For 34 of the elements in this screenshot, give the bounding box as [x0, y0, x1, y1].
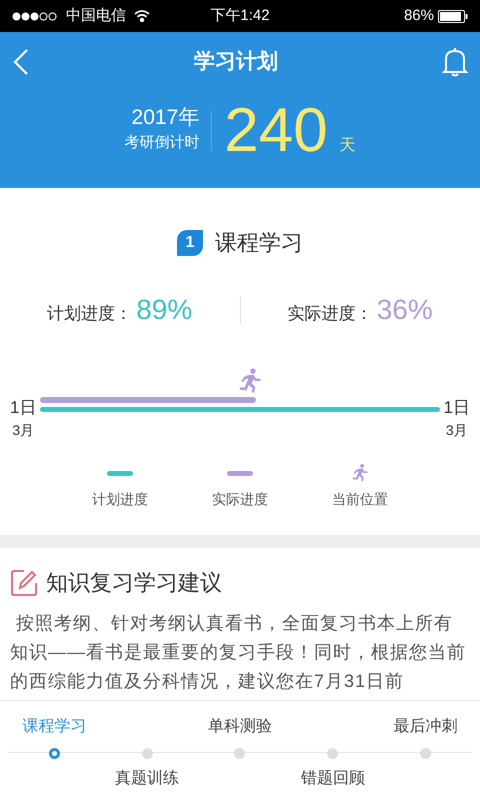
- back-icon[interactable]: [12, 48, 30, 76]
- plan-progress-value: 89%: [136, 293, 192, 327]
- page-title: 学习计划: [193, 49, 279, 76]
- advice-title: 知识复习学习建议: [46, 569, 222, 597]
- bell-icon[interactable]: [442, 47, 468, 77]
- start-day: 1日: [10, 399, 36, 416]
- legend-label: 当前位置: [332, 490, 388, 509]
- status-time: 下午1:42: [209, 6, 271, 26]
- signal-icon: [12, 12, 58, 20]
- exam-year: 2017年: [132, 107, 200, 128]
- stage-tab[interactable]: 真题训练: [115, 767, 180, 791]
- countdown-label: 考研倒计时: [124, 133, 200, 154]
- actual-progress-value: 36%: [376, 293, 433, 327]
- edit-icon: [10, 568, 38, 596]
- wifi-icon: [134, 10, 150, 22]
- end-month: 3月: [446, 421, 468, 440]
- stage-tab[interactable]: 错题回顾: [300, 767, 365, 791]
- end-day: 1日: [444, 399, 470, 416]
- section-title: 课程学习: [215, 229, 303, 257]
- days-unit: 天: [340, 136, 356, 156]
- battery-percent: 86%: [404, 6, 434, 26]
- legend-runner-icon: [350, 463, 370, 483]
- stage-tab[interactable]: 单科测验: [208, 715, 272, 739]
- section-number-badge: 1: [177, 230, 203, 256]
- actual-progress-label: 实际进度：: [288, 303, 373, 325]
- start-month: 3月: [12, 421, 34, 440]
- plan-progress-label: 计划进度：: [47, 303, 132, 325]
- carrier-name: 中国电信: [66, 6, 126, 26]
- legend-label: 计划进度: [92, 490, 148, 509]
- stage-tab[interactable]: 最后冲刺: [394, 715, 458, 739]
- advice-text: 按照考纲、针对考纲认真看书，全面复习书本上所有知识——看书是最重要的复习手段！同时，根据您当前的西综能力值及分科情况，建议您在7月31日前: [10, 612, 467, 693]
- days-count: 240: [224, 100, 328, 162]
- legend-label: 实际进度: [212, 490, 268, 509]
- battery-icon: [438, 10, 468, 22]
